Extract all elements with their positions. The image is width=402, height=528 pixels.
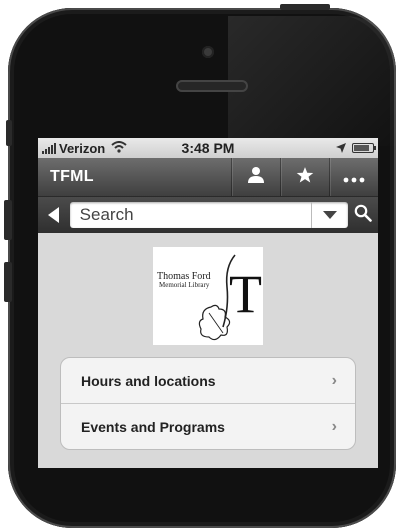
chevron-right-icon: ›: [331, 417, 337, 435]
chevron-right-icon: ›: [331, 371, 337, 389]
nav-bar: TFML: [38, 158, 378, 197]
location-arrow-icon: [336, 141, 346, 156]
library-logo: Thomas Ford Memorial Library T: [153, 247, 263, 345]
back-arrow-icon: [48, 207, 60, 223]
search-bar: [38, 197, 378, 233]
sleep-button: [280, 4, 330, 10]
status-bar: Verizon 3:48 PM: [38, 138, 378, 158]
menu-item-events-and-programs[interactable]: Events and Programs ›: [61, 404, 355, 449]
search-icon: [354, 204, 372, 227]
chevron-down-icon: [322, 211, 337, 219]
back-button[interactable]: [44, 200, 64, 230]
search-box: [69, 202, 348, 228]
status-right: [336, 141, 376, 156]
main-menu: Hours and locations › Events and Program…: [60, 357, 356, 450]
front-camera: [202, 46, 214, 58]
menu-item-label: Hours and locations: [81, 372, 216, 389]
favorites-button[interactable]: [280, 158, 329, 196]
search-button[interactable]: [354, 204, 372, 227]
app-title: TFML: [50, 168, 94, 185]
star-icon: [296, 166, 314, 189]
search-scope-dropdown[interactable]: [310, 202, 348, 228]
more-icon: [343, 167, 365, 188]
carrier-name: Verizon: [59, 140, 106, 156]
screen-glare: [228, 16, 402, 146]
volume-up-button: [4, 200, 12, 240]
account-button[interactable]: [231, 158, 280, 196]
mute-switch: [6, 120, 12, 146]
volume-down-button: [4, 262, 12, 302]
logo-line-2: Memorial Library: [159, 281, 210, 289]
phone-screen: Verizon 3:48 PM TFML Search Thomas Ford …: [38, 138, 378, 468]
wifi-icon: [111, 140, 127, 156]
more-button[interactable]: [329, 158, 378, 196]
menu-item-hours-and-locations[interactable]: Hours and locations ›: [61, 358, 355, 404]
search-input[interactable]: [69, 202, 311, 228]
main-content: Thomas Ford Memorial Library T Hours and…: [38, 233, 378, 450]
logo-letter: T: [229, 264, 262, 324]
user-icon: [247, 166, 265, 189]
earpiece-speaker: [176, 80, 248, 92]
signal-icon: [42, 142, 56, 154]
logo-wordmark: Thomas Ford Memorial Library: [157, 271, 211, 290]
menu-item-label: Events and Programs: [81, 418, 225, 435]
battery-icon: [352, 143, 376, 153]
